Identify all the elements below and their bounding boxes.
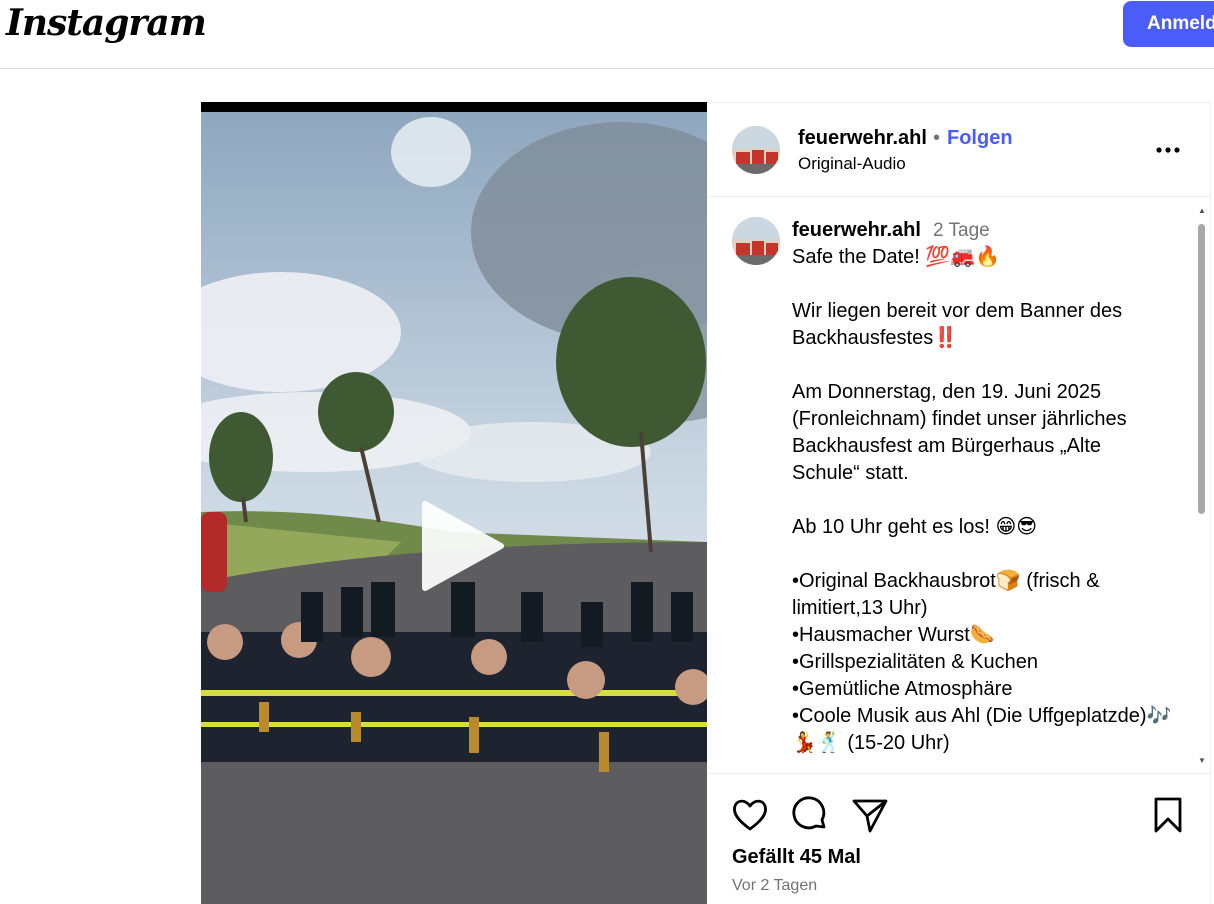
play-icon[interactable] xyxy=(411,498,507,594)
share-icon[interactable] xyxy=(850,795,890,835)
heart-icon[interactable] xyxy=(730,795,770,835)
scrollbar[interactable]: ▲ ▼ xyxy=(1196,206,1206,766)
follow-button[interactable]: Folgen xyxy=(947,127,1013,150)
fire-station-avatar-icon xyxy=(732,126,780,174)
comments-section[interactable]: feuerwehr.ahl 2 Tage Safe the Date! 💯🚒🔥 … xyxy=(707,198,1210,774)
scroll-up-arrow-icon[interactable]: ▲ xyxy=(1198,206,1206,215)
caption-list-item: •Coole Musik aus Ahl (Die Uffgeplatzde)🎶… xyxy=(792,705,1172,754)
reel-video[interactable] xyxy=(201,102,707,904)
fire-station-avatar-icon xyxy=(732,217,780,265)
top-navigation-bar: Instagram Anmelden xyxy=(0,0,1214,69)
caption-list-item: •Gemütliche Atmosphäre xyxy=(792,678,1013,700)
post-actions xyxy=(707,783,1210,843)
caption-paragraph: Am Donnerstag, den 19. Juni 2025 (Fronle… xyxy=(792,381,1127,484)
bookmark-icon[interactable] xyxy=(1148,795,1188,835)
post-author-username[interactable]: feuerwehr.ahl xyxy=(798,127,927,150)
separator-dot: • xyxy=(933,127,941,149)
caption-list-item: •Hausmacher Wurst🌭 xyxy=(792,624,995,646)
post-header: feuerwehr.ahl • Folgen Original-Audio xyxy=(707,103,1210,197)
caption-paragraph: Ab 10 Uhr geht es los! 😁😎 xyxy=(792,516,1038,538)
scrollbar-thumb[interactable] xyxy=(1198,224,1205,514)
instagram-logo[interactable]: Instagram xyxy=(6,2,207,44)
avatar[interactable] xyxy=(732,126,780,174)
login-button[interactable]: Anmelden xyxy=(1123,1,1214,47)
audio-label[interactable]: Original-Audio xyxy=(798,154,906,174)
avatar[interactable] xyxy=(732,217,780,265)
post-details-panel: feuerwehr.ahl • Folgen Original-Audio fe… xyxy=(707,102,1211,904)
caption-username[interactable]: feuerwehr.ahl xyxy=(792,219,921,242)
scroll-down-arrow-icon[interactable]: ▼ xyxy=(1198,756,1206,765)
caption-line: Safe the Date! 💯🚒🔥 xyxy=(792,246,1001,268)
caption-paragraph: Wir liegen bereit vor dem Banner des Bac… xyxy=(792,300,1123,349)
like-count[interactable]: Gefällt 45 Mal xyxy=(732,846,861,869)
more-horizontal-icon[interactable] xyxy=(1153,138,1183,162)
post-date[interactable]: Vor 2 Tagen xyxy=(732,877,817,895)
caption-list-item: •Grillspezialitäten & Kuchen xyxy=(792,651,1039,673)
post-caption: Safe the Date! 💯🚒🔥 Wir liegen bereit vor… xyxy=(792,244,1172,757)
caption-timestamp[interactable]: 2 Tage xyxy=(933,220,990,242)
caption-list-item: •Original Backhausbrot🍞 (frisch & limiti… xyxy=(792,570,1100,619)
comment-icon[interactable] xyxy=(790,795,830,835)
